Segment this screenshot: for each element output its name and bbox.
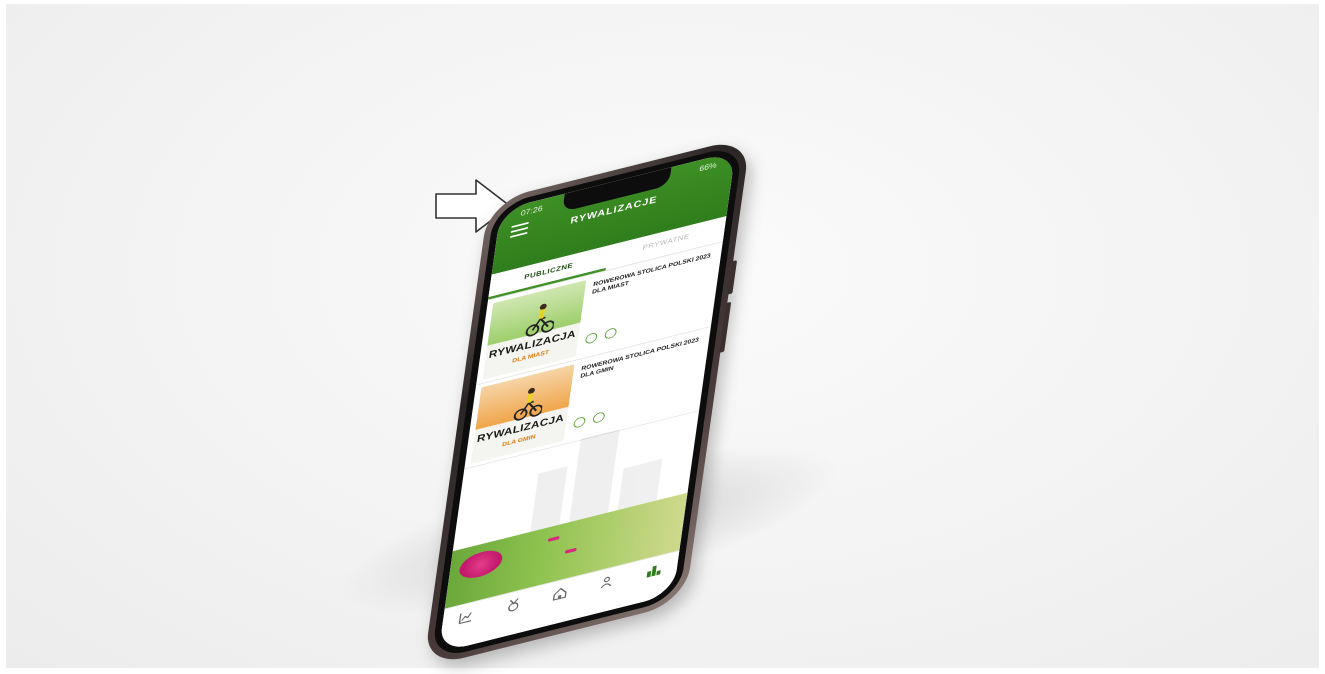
chart-icon: [458, 612, 473, 625]
medal-icon: [507, 598, 519, 612]
status-time: 07:26: [520, 203, 544, 218]
promo-badge: [457, 546, 504, 583]
bike-icon: [572, 415, 586, 429]
ranking-icon: [646, 565, 661, 578]
bike-icon: [604, 326, 618, 340]
status-battery: 66%: [698, 160, 718, 174]
group-icon: [601, 576, 612, 589]
bike-icon: [592, 411, 606, 424]
promo-pill: [547, 535, 560, 543]
product-photo: 07:26 66% RYWALIZACJE PUBLICZNE PRYWATNE: [0, 0, 1325, 674]
challenge-activity-icons: [584, 326, 618, 345]
home-icon: [552, 587, 567, 601]
bike-icon: [584, 331, 598, 345]
promo-pill: [564, 547, 577, 554]
